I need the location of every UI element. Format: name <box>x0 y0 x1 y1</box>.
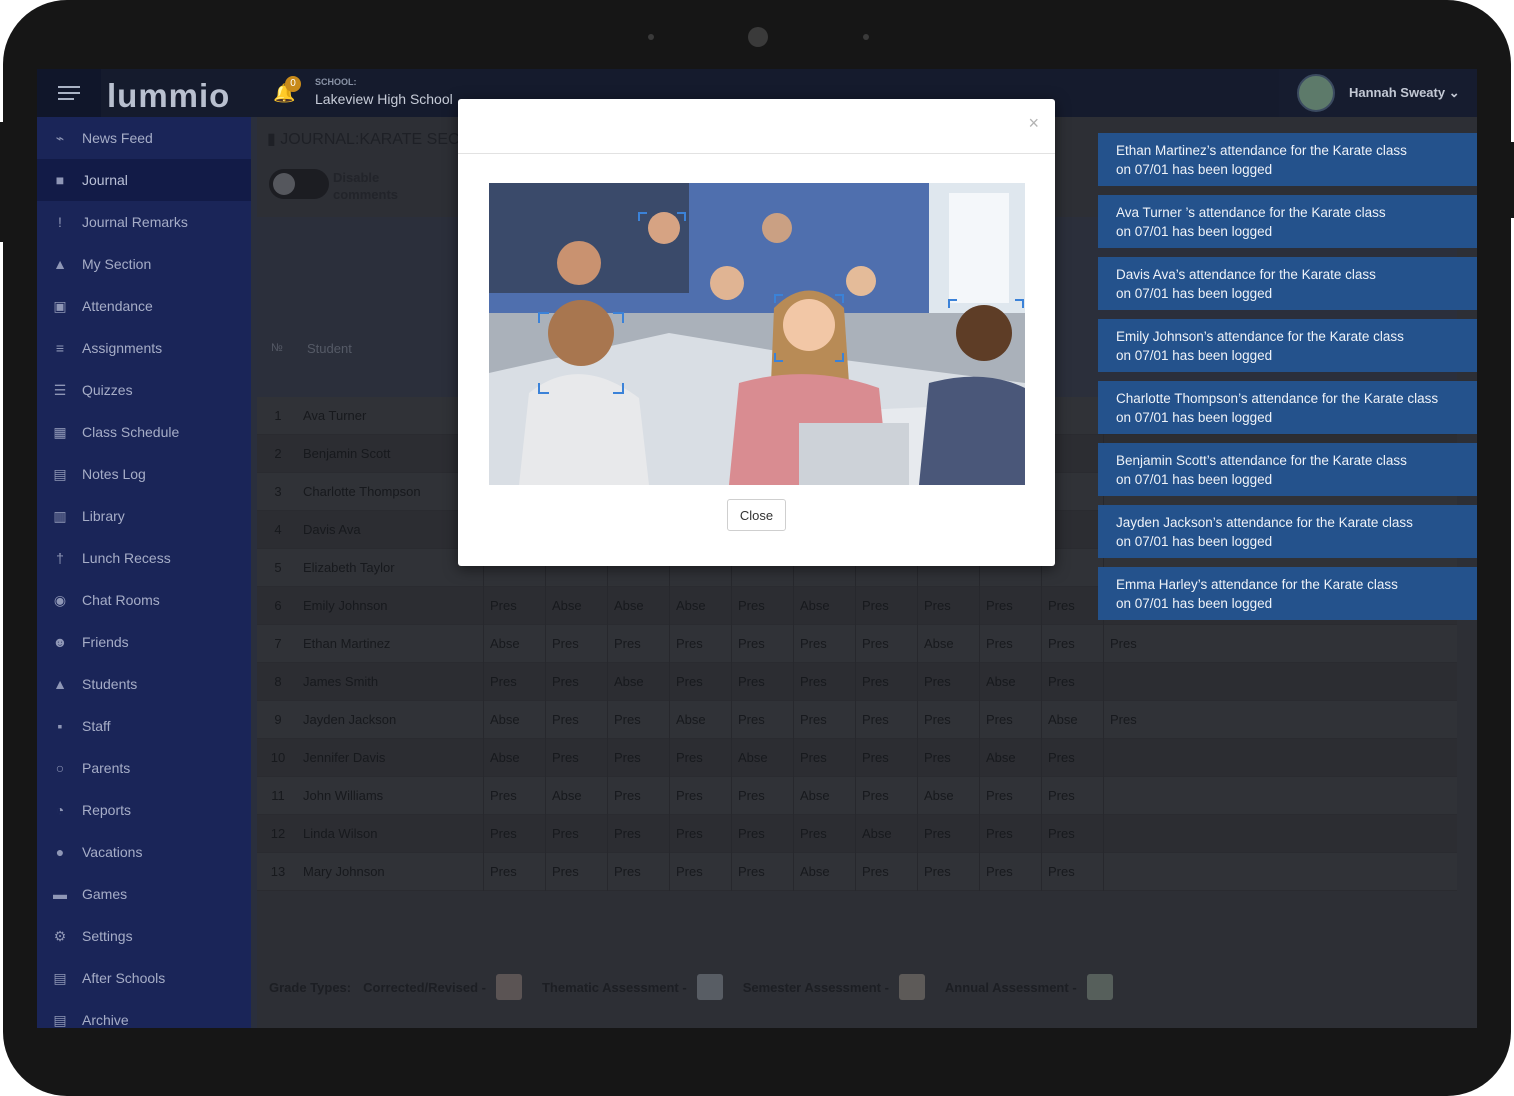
toast-line-2: on 07/01 has been logged <box>1116 472 1273 487</box>
attendance-toast[interactable]: Emily Johnson’s attendance for the Karat… <box>1098 319 1477 372</box>
toast-line-1: Emily Johnson’s attendance for the Karat… <box>1116 329 1404 344</box>
attendance-toast[interactable]: Jayden Jackson’s attendance for the Kara… <box>1098 505 1477 558</box>
attendance-toast[interactable]: Benjamin Scott’s attendance for the Kara… <box>1098 443 1477 496</box>
toast-line-1: Ava Turner ’s attendance for the Karate … <box>1116 205 1386 220</box>
attendance-toast[interactable]: Emma Harley’s attendance for the Karate … <box>1098 567 1477 620</box>
sensor-dot <box>863 34 869 40</box>
toast-line-1: Emma Harley’s attendance for the Karate … <box>1116 577 1398 592</box>
toast-line-1: Jayden Jackson’s attendance for the Kara… <box>1116 515 1413 530</box>
camera-lens <box>748 27 768 47</box>
classroom-photo <box>489 183 1025 485</box>
side-button <box>0 122 4 242</box>
toast-line-2: on 07/01 has been logged <box>1116 286 1273 301</box>
toast-line-2: on 07/01 has been logged <box>1116 410 1273 425</box>
side-button <box>1510 142 1514 218</box>
toast-stack: Ethan Martinez’s attendance for the Kara… <box>1098 133 1477 629</box>
attendance-toast[interactable]: Davis Ava’s attendance for the Karate cl… <box>1098 257 1477 310</box>
toast-line-2: on 07/01 has been logged <box>1116 596 1273 611</box>
face-recognition-image <box>489 183 1025 485</box>
toast-line-2: on 07/01 has been logged <box>1116 348 1273 363</box>
photo-modal: × Close <box>458 99 1055 566</box>
attendance-toast[interactable]: Ethan Martinez’s attendance for the Kara… <box>1098 133 1477 186</box>
toast-line-2: on 07/01 has been logged <box>1116 534 1273 549</box>
close-icon[interactable]: × <box>1028 113 1039 134</box>
toast-line-1: Charlotte Thompson’s attendance for the … <box>1116 391 1439 406</box>
toast-line-1: Davis Ava’s attendance for the Karate cl… <box>1116 267 1376 282</box>
attendance-toast[interactable]: Charlotte Thompson’s attendance for the … <box>1098 381 1477 434</box>
attendance-toast[interactable]: Ava Turner ’s attendance for the Karate … <box>1098 195 1477 248</box>
toast-line-1: Benjamin Scott’s attendance for the Kara… <box>1116 453 1407 468</box>
toast-line-1: Ethan Martinez’s attendance for the Kara… <box>1116 143 1407 158</box>
close-button[interactable]: Close <box>727 499 786 531</box>
modal-header: × <box>458 99 1055 154</box>
sensor-dot <box>648 34 654 40</box>
toast-line-2: on 07/01 has been logged <box>1116 162 1273 177</box>
toast-line-2: on 07/01 has been logged <box>1116 224 1273 239</box>
